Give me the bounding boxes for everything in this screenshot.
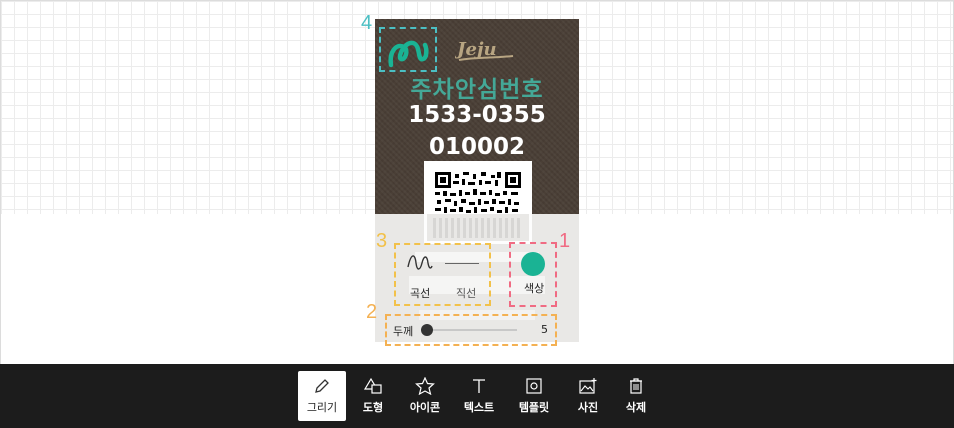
thickness-value: 5 [541, 323, 548, 336]
color-label[interactable]: 색상 [524, 280, 544, 296]
annotation-box-3 [394, 243, 491, 306]
shape-label: 도형 [362, 401, 384, 414]
card-code-number: 010002 [428, 134, 526, 160]
text-button[interactable]: 텍스트 [455, 371, 503, 421]
curve-label[interactable]: 곡선 [410, 285, 430, 301]
thickness-label: 두께 [393, 325, 414, 338]
shapes-icon [363, 377, 382, 394]
qr-code [424, 161, 532, 214]
icon-button[interactable]: 아이콘 [401, 371, 449, 421]
photo-button[interactable]: 사진 [564, 371, 612, 421]
curve-icon[interactable] [407, 254, 433, 272]
annotation-number-1: 1 [559, 230, 571, 252]
text-icon [473, 379, 485, 393]
thickness-slider-track[interactable] [425, 329, 517, 331]
draw-button[interactable]: 그리기 [298, 371, 346, 421]
photo-add-icon [579, 378, 597, 394]
annotation-number-3: 3 [376, 230, 388, 252]
straight-line-icon[interactable] [445, 263, 479, 264]
card-title: 주차안심번호 [410, 77, 544, 103]
qr-faded [433, 218, 523, 238]
trash-icon [630, 378, 642, 394]
color-swatch[interactable] [521, 252, 545, 276]
delete-label: 삭제 [625, 401, 647, 414]
photo-label: 사진 [577, 401, 599, 414]
jeju-logo: Jeju [455, 39, 514, 61]
delete-button[interactable]: 삭제 [612, 371, 660, 421]
template-button[interactable]: 템플릿 [510, 371, 558, 421]
template-label: 템플릿 [518, 401, 550, 414]
card-phone-number: 1533-0355 [408, 102, 546, 128]
icon-label: 아이콘 [409, 401, 441, 414]
star-icon [415, 377, 435, 395]
template-icon [526, 378, 542, 394]
pencil-icon [315, 379, 329, 393]
draw-label: 그리기 [306, 401, 338, 414]
annotation-box-4 [379, 27, 437, 72]
straight-label[interactable]: 직선 [456, 285, 476, 301]
bottom-toolbar: 그리기 도형 아이콘 텍스트 템플릿 사진 삭제 [0, 364, 954, 428]
annotation-number-2: 2 [366, 301, 378, 323]
text-label: 텍스트 [463, 401, 495, 414]
thickness-slider-handle[interactable] [421, 324, 433, 336]
annotation-number-4: 4 [361, 12, 373, 34]
shape-button[interactable]: 도형 [349, 371, 397, 421]
qr-code-icon [435, 172, 521, 214]
